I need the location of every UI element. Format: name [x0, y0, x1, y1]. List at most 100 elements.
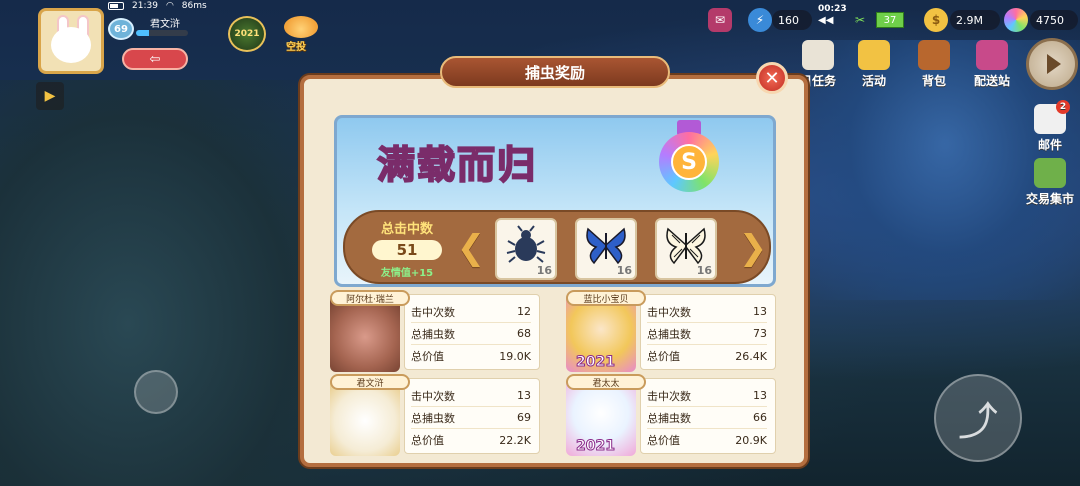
player-card: 君太太 2021 击中次数 13 总捕虫数 66 总价值 20.9K — [566, 374, 776, 456]
gem-value: 4750 — [1030, 10, 1078, 30]
player-card: 阿尔杜·瑞兰 击中次数 12 总捕虫数 68 总价值 19.0K — [330, 290, 540, 372]
level-badge: 69 — [108, 18, 134, 40]
airdrop-button[interactable]: 空投 — [280, 14, 324, 54]
friendship-bonus: 友情值+15 — [380, 268, 434, 279]
menu-market[interactable]: 交易集市 — [1022, 158, 1078, 206]
bunny-face-icon — [51, 26, 91, 63]
total-hits-value: 51 — [372, 240, 442, 260]
backpack-icon — [918, 40, 950, 70]
beetle-icon — [506, 225, 546, 263]
rank-letter: S — [671, 144, 707, 180]
banner-title: 满载而归 — [376, 141, 538, 188]
player-card: 蓝比小宝贝 2021 击中次数 13 总捕虫数 73 总价值 26.4K — [566, 290, 776, 372]
stat-label: 总捕虫数 — [411, 327, 455, 341]
delivery-icon — [976, 40, 1008, 70]
stat-value: 26.4K — [735, 349, 767, 363]
player-card-name: 君文浒 — [330, 374, 410, 390]
status-bar: 21:39 ◠ 86ms — [108, 0, 207, 12]
total-hits-label: 总击中数 — [380, 222, 433, 237]
menu-delivery[interactable]: 配送站 — [964, 40, 1020, 88]
dialog-title: 捕虫奖励 — [440, 56, 670, 88]
bug-count: 16 — [696, 264, 712, 277]
menu-bag[interactable]: 背包 — [906, 40, 962, 88]
menu-label: 邮件 — [1037, 138, 1062, 152]
timer: 00:23 — [818, 4, 847, 14]
stat-value: 19.0K — [499, 349, 531, 363]
jump-button[interactable]: ⤴ — [934, 374, 1022, 462]
clock: 21:39 — [132, 1, 158, 11]
coin-value: 2.9M — [950, 10, 1000, 30]
stat-label: 总价值 — [647, 434, 680, 447]
stat-label: 总价值 — [411, 434, 444, 447]
prev-arrow-button[interactable]: ❮ — [457, 226, 486, 270]
stat-label: 总捕虫数 — [647, 411, 691, 425]
stat-hits: 13 — [517, 389, 531, 402]
stat-label: 击中次数 — [647, 305, 691, 319]
menu-label: 背包 — [921, 74, 946, 88]
rank-medal: S — [655, 120, 723, 192]
bug-card-beetle[interactable]: 16 — [495, 218, 557, 280]
bug-card-white-butterfly[interactable]: 16 — [655, 218, 717, 280]
stat-hits: 13 — [753, 305, 767, 318]
stat-caught: 69 — [517, 411, 531, 424]
rewind-icon[interactable]: ◀◀ — [818, 15, 833, 26]
player-card-name: 阿尔杜·瑞兰 — [330, 290, 410, 306]
player-stats: 击中次数 13 总捕虫数 66 总价值 20.9K — [640, 378, 776, 454]
stat-label: 击中次数 — [647, 389, 691, 403]
player-card-name: 蓝比小宝贝 — [566, 290, 646, 306]
stat-caught: 68 — [517, 327, 531, 340]
wifi-icon: ◠ — [165, 1, 174, 11]
portrait-year-label: 2021 — [576, 354, 616, 371]
stat-hits: 13 — [753, 389, 767, 402]
airdrop-icon — [284, 16, 318, 38]
megaphone-icon — [858, 40, 890, 70]
player-card-name: 君太太 — [566, 374, 646, 390]
tools-icon: ✂ — [854, 13, 866, 27]
result-banner: 满载而归 S 总击中数 51 友情值+15 ❮ 16 16 16 ❯ — [334, 115, 776, 287]
bug-count: 16 — [616, 264, 632, 277]
market-stall-icon — [1034, 158, 1066, 188]
exit-button[interactable]: ⇦ — [122, 48, 188, 70]
stamina-value: 160 — [772, 10, 812, 30]
stat-label: 击中次数 — [411, 389, 455, 403]
menu-label: 交易集市 — [1025, 192, 1074, 206]
menu-mail[interactable]: 2 邮件 — [1022, 100, 1078, 152]
close-button[interactable]: ✕ — [756, 62, 788, 94]
mail-count-badge: 2 — [1056, 100, 1070, 114]
battery-icon — [108, 2, 124, 10]
background-grass — [0, 80, 320, 486]
stat-value: 22.2K — [499, 433, 531, 447]
stat-caught: 66 — [753, 411, 767, 424]
exp-bar — [136, 30, 188, 36]
stat-label: 总价值 — [647, 350, 680, 363]
clipboard-icon — [802, 40, 834, 70]
bug-card-blue-butterfly[interactable]: 16 — [575, 218, 637, 280]
play-button[interactable] — [1026, 38, 1078, 90]
stat-value: 20.9K — [735, 433, 767, 447]
stat-hits: 12 — [517, 305, 531, 318]
coin-icon: $ — [924, 8, 948, 32]
stat-label: 总捕虫数 — [647, 327, 691, 341]
stat-caught: 73 — [753, 327, 767, 340]
player-card: 君文浒 击中次数 13 总捕虫数 69 总价值 22.2K — [330, 374, 540, 456]
ping: 86ms — [181, 1, 207, 11]
stat-label: 总捕虫数 — [411, 411, 455, 425]
joystick[interactable] — [134, 370, 178, 414]
menu-activity[interactable]: 活动 — [846, 40, 902, 88]
blue-butterfly-icon — [586, 227, 626, 265]
mail-icon: 2 — [1034, 100, 1070, 134]
event-2021-badge[interactable]: 2021 — [228, 16, 266, 52]
bug-count: 16 — [536, 264, 552, 277]
player-avatar[interactable] — [38, 8, 104, 74]
expand-arrow-button[interactable]: ▶ — [36, 82, 64, 110]
meter-value: 37 — [876, 12, 904, 28]
gift-icon[interactable]: ✉ — [708, 8, 732, 32]
stat-label: 击中次数 — [411, 305, 455, 319]
bug-summary-strip: 总击中数 51 友情值+15 ❮ 16 16 16 ❯ — [343, 210, 771, 284]
player-stats: 击中次数 13 总捕虫数 69 总价值 22.2K — [404, 378, 540, 454]
total-hits-panel: 总击中数 51 友情值+15 — [359, 216, 455, 282]
stat-label: 总价值 — [411, 350, 444, 363]
stamina-icon: ⚡ — [748, 8, 772, 32]
next-arrow-button[interactable]: ❯ — [739, 226, 768, 270]
menu-label: 配送站 — [973, 74, 1010, 88]
